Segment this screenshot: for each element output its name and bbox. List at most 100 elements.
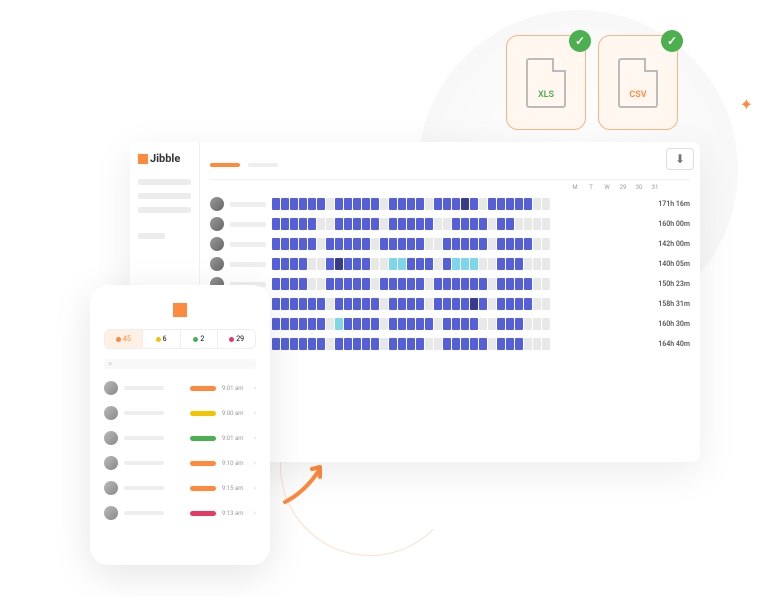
timeline-cell: [389, 238, 397, 250]
nav-item[interactable]: [138, 193, 191, 199]
timeline-cell: [389, 338, 397, 350]
tab-active[interactable]: [210, 163, 240, 167]
timeline-cells: [272, 258, 642, 270]
timeline-cell: [542, 198, 550, 210]
timeline-cell: [407, 198, 415, 210]
nav-item[interactable]: [138, 179, 191, 185]
timeline-cell: [416, 238, 424, 250]
status-dot: [193, 337, 198, 342]
timeline-cell: [506, 198, 514, 210]
timeline-cell: [326, 278, 334, 290]
logo-icon: [173, 303, 187, 317]
timeline-cell: [380, 218, 388, 230]
day-label: 31: [650, 184, 660, 191]
name-placeholder: [124, 411, 184, 415]
timeline-row[interactable]: 160h 00m: [210, 217, 690, 231]
timeline-cell: [299, 198, 307, 210]
check-icon: ✓: [661, 30, 683, 52]
phone-list-item[interactable]: 9:13 am›: [104, 504, 256, 522]
timeline-cell: [281, 198, 289, 210]
time-label: 9:10 am: [222, 460, 248, 467]
row-total: 164h 40m: [648, 340, 690, 348]
avatar: [104, 381, 118, 395]
status-bar: [190, 436, 216, 441]
timeline-row[interactable]: 164h 40m: [210, 337, 690, 351]
timeline-cell: [290, 338, 298, 350]
timeline-cell: [317, 338, 325, 350]
search-input[interactable]: [104, 359, 256, 369]
timeline-row[interactable]: 150h 23m: [210, 277, 690, 291]
timeline-cell: [344, 198, 352, 210]
export-xls-card[interactable]: ✓ XLS: [506, 35, 586, 130]
timeline-cell: [443, 238, 451, 250]
timeline-cell: [389, 218, 397, 230]
phone-tab[interactable]: 2: [181, 330, 219, 348]
timeline-cell: [533, 218, 541, 230]
timeline-row[interactable]: 171h 16m: [210, 197, 690, 211]
phone-tab[interactable]: 45: [105, 330, 143, 348]
timeline-cell: [479, 238, 487, 250]
timeline-cell: [326, 238, 334, 250]
timeline-cell: [326, 318, 334, 330]
phone-list-item[interactable]: 9:10 am›: [104, 454, 256, 472]
timeline-cell: [407, 318, 415, 330]
time-label: 9:01 am: [222, 385, 248, 392]
nav-item[interactable]: [138, 207, 191, 213]
phone-list-item[interactable]: 9:00 am›: [104, 404, 256, 422]
timeline-cell: [479, 298, 487, 310]
name-placeholder: [124, 461, 184, 465]
day-label: W: [602, 184, 612, 191]
timeline-cells: [272, 218, 642, 230]
timeline-cell: [353, 318, 361, 330]
download-button[interactable]: ⬇: [666, 148, 694, 170]
timeline-cell: [524, 198, 532, 210]
timeline-cell: [290, 298, 298, 310]
timeline-cell: [335, 318, 343, 330]
phone-list-item[interactable]: 9:15 am›: [104, 479, 256, 497]
timeline-cell: [308, 278, 316, 290]
timeline-cell: [308, 298, 316, 310]
timeline-cell: [542, 298, 550, 310]
timeline-cell: [461, 338, 469, 350]
check-icon: ✓: [569, 30, 591, 52]
timeline-row[interactable]: 158h 31m: [210, 297, 690, 311]
timeline-row[interactable]: 140h 05m: [210, 257, 690, 271]
timeline-cell: [542, 278, 550, 290]
timeline-cell: [335, 258, 343, 270]
time-label: 9:00 am: [222, 410, 248, 417]
timeline-cell: [416, 338, 424, 350]
status-bar: [190, 411, 216, 416]
timeline-cell: [524, 278, 532, 290]
timeline-cell: [515, 318, 523, 330]
timeline-cell: [281, 298, 289, 310]
tab[interactable]: [248, 163, 278, 167]
timeline-cell: [416, 298, 424, 310]
timeline-cell: [515, 238, 523, 250]
phone-list-item[interactable]: 9:01 am›: [104, 379, 256, 397]
nav-item[interactable]: [138, 233, 165, 239]
phone-tab[interactable]: 29: [218, 330, 255, 348]
timeline-cell: [434, 238, 442, 250]
timeline-cell: [317, 258, 325, 270]
timeline-cell: [443, 318, 451, 330]
name-placeholder: [230, 262, 266, 267]
timeline-cell: [497, 198, 505, 210]
timeline-row[interactable]: 160h 30m: [210, 317, 690, 331]
timeline-cell: [389, 298, 397, 310]
timeline-cell: [506, 218, 514, 230]
timeline-cell: [452, 238, 460, 250]
day-label: T: [586, 184, 596, 191]
timeline-cell: [317, 318, 325, 330]
phone-tab[interactable]: 6: [143, 330, 181, 348]
timeline-cell: [308, 198, 316, 210]
timeline-row[interactable]: 142h 00m: [210, 237, 690, 251]
export-csv-card[interactable]: ✓ CSV: [598, 35, 678, 130]
avatar: [210, 217, 224, 231]
timeline-cell: [353, 298, 361, 310]
timeline-cell: [371, 218, 379, 230]
timeline-cell: [533, 198, 541, 210]
timeline-cell: [515, 298, 523, 310]
phone-list-item[interactable]: 9:01 am›: [104, 429, 256, 447]
timeline-cell: [299, 298, 307, 310]
avatar: [210, 197, 224, 211]
